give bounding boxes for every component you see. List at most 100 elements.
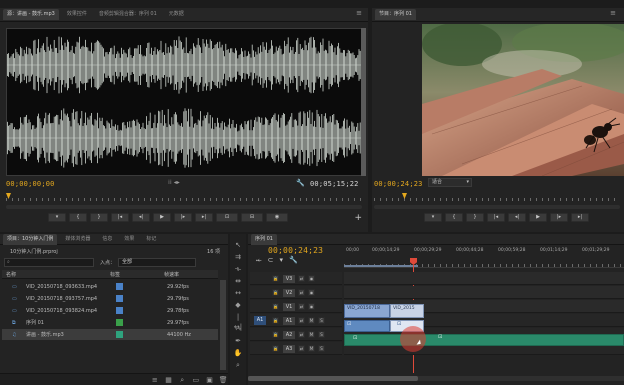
- sync-lock-icon[interactable]: ⇄: [298, 317, 305, 324]
- program-time-ruler[interactable]: [374, 192, 620, 201]
- timeline-timecode[interactable]: 00;00;24;23: [268, 246, 323, 255]
- program-step-back-button[interactable]: ◂|: [508, 213, 526, 222]
- tab-media-browser[interactable]: 媒体浏览器: [61, 234, 94, 245]
- program-marker-button[interactable]: ▾: [424, 213, 442, 222]
- project-scrollbar[interactable]: [220, 280, 226, 370]
- wrench-icon[interactable]: 🔧: [296, 179, 305, 187]
- step-back-button[interactable]: ◂|: [132, 213, 150, 222]
- icon-view-icon[interactable]: ▦: [164, 375, 174, 385]
- snap-icon[interactable]: ⤝: [256, 256, 262, 265]
- mark-in-button[interactable]: {: [69, 213, 87, 222]
- eye-icon[interactable]: ◉: [308, 275, 315, 282]
- track-header-a2[interactable]: 🔒 A2 ⇄ M S: [250, 328, 342, 341]
- add-button-icon[interactable]: +: [354, 213, 362, 223]
- tab-source[interactable]: 源：讲画 - 鼓乐.mp3: [3, 9, 59, 20]
- project-item-label-swatch[interactable]: [116, 307, 123, 314]
- slide-tool-icon[interactable]: ⇿: [233, 324, 243, 334]
- program-go-out-button[interactable]: ▸|: [571, 213, 589, 222]
- list-view-icon[interactable]: ≡: [150, 375, 160, 385]
- column-name[interactable]: 名称: [6, 271, 16, 278]
- rolling-edit-tool-icon[interactable]: ⇹: [233, 276, 243, 286]
- tab-markers[interactable]: 标记: [142, 234, 160, 245]
- mute-toggle[interactable]: M: [308, 345, 315, 352]
- play-button[interactable]: ▶: [153, 213, 171, 222]
- track-header-a1[interactable]: A1 🔒 A1 ⇄ M S: [250, 314, 342, 327]
- project-item-row[interactable]: ♫ 讲画 - 鼓乐.mp3 44100 Hz: [2, 329, 218, 340]
- column-frame-rate[interactable]: 帧速率: [164, 271, 179, 278]
- timeline-h-scrollbar[interactable]: [248, 376, 624, 381]
- sync-lock-icon[interactable]: ⇄: [298, 289, 305, 296]
- new-item-icon[interactable]: ▣: [205, 375, 215, 385]
- program-zoom-bar[interactable]: [374, 205, 620, 209]
- project-item-row[interactable]: ▭ VID_20150718_093757.mp4 29.79fps: [2, 293, 218, 304]
- source-timecode-in[interactable]: 00;00;00;00: [6, 180, 55, 188]
- search-input[interactable]: ⌕: [4, 258, 94, 267]
- sync-lock-icon[interactable]: ⇄: [298, 331, 305, 338]
- fit-toggle-icon[interactable]: ⁞⁞ ◂▸: [168, 179, 180, 186]
- project-item-row[interactable]: ▭ VID_20150718_093633.mp4 29.92fps: [2, 281, 218, 292]
- project-item-label-swatch[interactable]: [116, 319, 123, 326]
- track-select-tool-icon[interactable]: ⇉: [233, 252, 243, 262]
- lock-icon[interactable]: 🔒: [272, 345, 279, 352]
- eye-icon[interactable]: ◉: [308, 289, 315, 296]
- solo-toggle[interactable]: S: [318, 345, 325, 352]
- clip-a2-audio[interactable]: ⊡: [344, 334, 624, 346]
- track-header-v1[interactable]: 🔒 V1 ⇄ ◉: [250, 300, 342, 313]
- clip-a1-a[interactable]: ⊡: [344, 320, 390, 332]
- lock-icon[interactable]: 🔒: [272, 275, 279, 282]
- tab-program[interactable]: 节目：序列 01: [375, 9, 416, 20]
- project-item-row[interactable]: ▭ VID_20150718_093824.mp4 29.78fps: [2, 305, 218, 316]
- ripple-edit-tool-icon[interactable]: ⟛: [233, 264, 243, 274]
- eye-icon[interactable]: ◉: [308, 303, 315, 310]
- track-header-v3[interactable]: 🔒 V3 ⇄ ◉: [250, 272, 342, 285]
- overwrite-button[interactable]: ⊟: [241, 213, 263, 222]
- source-zoom-bar[interactable]: [6, 205, 362, 209]
- timeline-scroll-thumb[interactable]: [248, 376, 418, 381]
- tab-info[interactable]: 信息: [98, 234, 116, 245]
- insert-button[interactable]: ⊡: [216, 213, 238, 222]
- track-lane-v3[interactable]: [344, 272, 624, 285]
- mark-out-button[interactable]: }: [90, 213, 108, 222]
- tab-project[interactable]: 项目：10分钟入门例: [3, 234, 58, 245]
- tab-metadata[interactable]: 元数据: [165, 9, 188, 20]
- new-bin-icon[interactable]: ▭: [191, 375, 201, 385]
- track-header-a3[interactable]: 🔒 A3 ⇄ M S: [250, 342, 342, 355]
- lock-icon[interactable]: 🔒: [272, 317, 279, 324]
- lock-icon[interactable]: 🔒: [272, 289, 279, 296]
- program-timecode[interactable]: 00;00;24;23: [374, 180, 423, 188]
- go-to-out-button[interactable]: ▸|: [195, 213, 213, 222]
- program-go-in-button[interactable]: |◂: [487, 213, 505, 222]
- work-area-bar[interactable]: [344, 265, 418, 267]
- selection-tool-icon[interactable]: ↖: [233, 240, 243, 250]
- waveform-scrollbar[interactable]: [361, 28, 366, 176]
- tab-audio-mixer[interactable]: 音频剪辑混合器：序列 01: [95, 9, 161, 20]
- clip-v1-a[interactable]: VID_20150718: [344, 304, 390, 318]
- tab-effect-controls[interactable]: 效果控件: [63, 9, 91, 20]
- rate-stretch-tool-icon[interactable]: ↔: [233, 288, 243, 298]
- linked-selection-icon[interactable]: ⊂: [268, 256, 274, 265]
- step-forward-button[interactable]: |▸: [174, 213, 192, 222]
- find-icon[interactable]: ⌕: [177, 375, 187, 385]
- project-item-label-swatch[interactable]: [116, 331, 123, 338]
- column-label[interactable]: 标签: [110, 271, 120, 278]
- project-item-row[interactable]: ⧉ 序列 01 29.97fps: [2, 317, 218, 328]
- tab-effects[interactable]: 效果: [120, 234, 138, 245]
- source-patch-a1[interactable]: A1: [254, 316, 266, 325]
- menu-icon[interactable]: ≡: [356, 9, 362, 17]
- add-marker-icon[interactable]: ▾: [279, 256, 283, 265]
- sync-lock-icon[interactable]: ⇄: [298, 275, 305, 282]
- lock-icon[interactable]: 🔒: [272, 331, 279, 338]
- mute-toggle[interactable]: M: [308, 331, 315, 338]
- track-lane-v2[interactable]: [344, 286, 624, 299]
- lock-icon[interactable]: 🔒: [272, 303, 279, 310]
- timeline-ruler[interactable]: 00;00 00;00;14;29 00;00;29;29 00;00;44;28 00…: [344, 246, 624, 268]
- program-out-button[interactable]: }: [466, 213, 484, 222]
- project-item-label-swatch[interactable]: [116, 283, 123, 290]
- mute-toggle[interactable]: M: [308, 317, 315, 324]
- zoom-tool-icon[interactable]: ⌕: [233, 360, 243, 370]
- project-item-label-swatch[interactable]: [116, 295, 123, 302]
- sync-lock-icon[interactable]: ⇄: [298, 345, 305, 352]
- trash-icon[interactable]: 🗑: [218, 375, 228, 385]
- solo-toggle[interactable]: S: [318, 317, 325, 324]
- sync-lock-icon[interactable]: ⇄: [298, 303, 305, 310]
